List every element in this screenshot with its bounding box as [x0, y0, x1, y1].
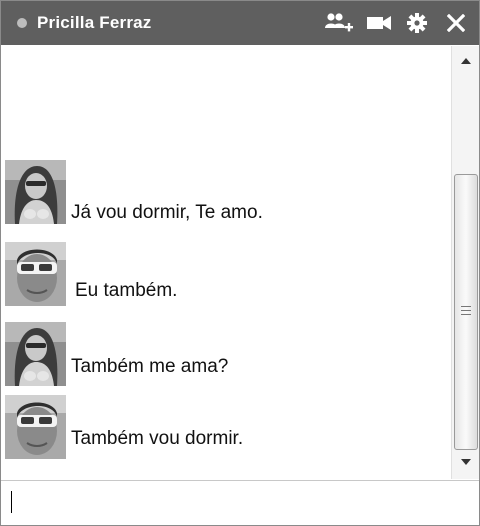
vertical-scrollbar[interactable]	[451, 46, 479, 479]
video-call-icon[interactable]	[365, 11, 393, 35]
message-item: Também vou dormir.	[5, 395, 445, 461]
chat-titlebar[interactable]: Pricilla Ferraz	[1, 1, 479, 45]
add-people-icon[interactable]	[323, 11, 355, 35]
grip-line	[461, 314, 471, 315]
avatar-pricilla[interactable]	[5, 322, 66, 386]
avatar-me[interactable]	[5, 242, 66, 306]
gear-icon[interactable]	[405, 11, 429, 35]
scroll-down-arrow-icon[interactable]	[461, 459, 471, 465]
scroll-up-arrow-icon[interactable]	[461, 58, 471, 64]
message-item: Eu também.	[5, 242, 445, 308]
contact-name[interactable]: Pricilla Ferraz	[37, 13, 152, 33]
avatar-pricilla[interactable]	[5, 160, 66, 224]
grip-line	[461, 306, 471, 307]
online-status-dot	[17, 18, 27, 28]
message-input[interactable]	[1, 480, 479, 525]
message-list[interactable]: Já vou dormir, Te amo. Eu também. Também…	[1, 46, 451, 479]
message-item: Já vou dormir, Te amo.	[5, 160, 445, 226]
close-icon[interactable]	[445, 11, 467, 35]
message-text: Também me ama?	[71, 356, 229, 377]
message-item: Também me ama?	[5, 322, 445, 388]
chat-window: Pricilla Ferraz Já vou dormir, Te amo. E…	[0, 0, 480, 526]
scrollbar-thumb[interactable]	[454, 174, 478, 450]
avatar-me[interactable]	[5, 395, 66, 459]
grip-line	[461, 310, 471, 311]
message-text: Eu também.	[75, 280, 178, 301]
text-cursor	[11, 491, 12, 513]
message-text: Também vou dormir.	[71, 428, 244, 449]
message-text: Já vou dormir, Te amo.	[71, 202, 263, 223]
